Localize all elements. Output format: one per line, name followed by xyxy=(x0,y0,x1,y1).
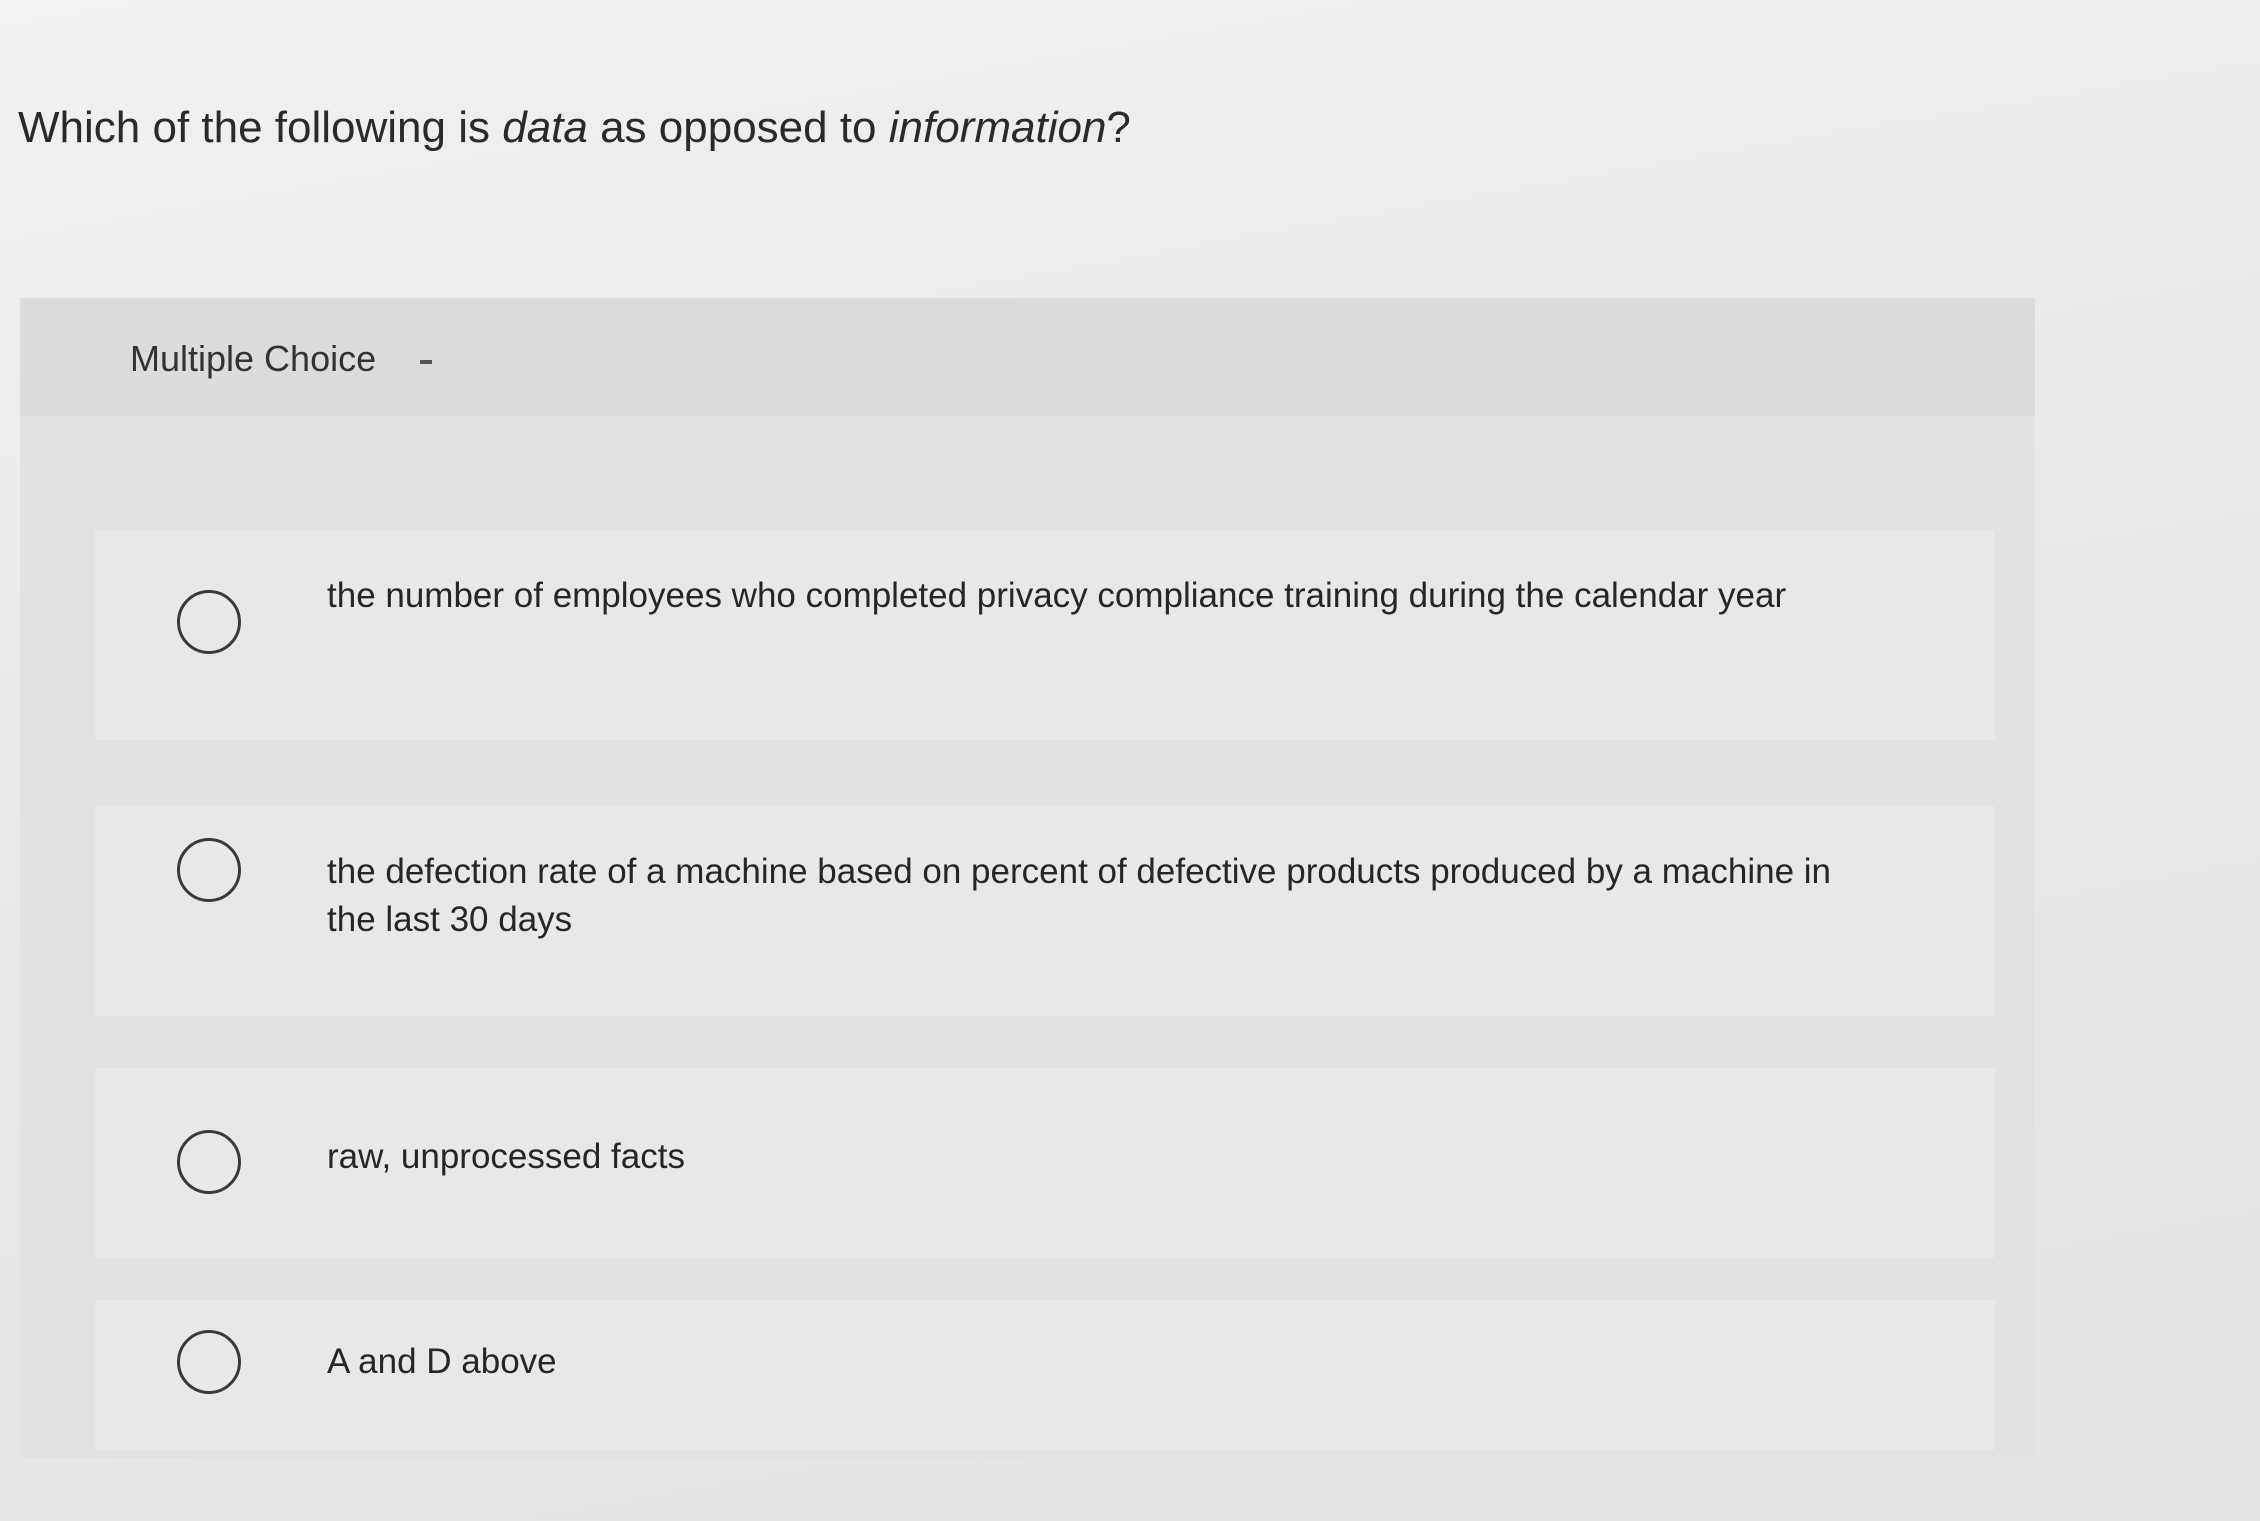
question-suffix: ? xyxy=(1106,103,1131,152)
answer-option-1-text: the number of employees who completed pr… xyxy=(327,576,1787,615)
answer-option-2[interactable]: the defection rate of a machine based on… xyxy=(95,806,1995,1016)
answer-option-2-text: the defection rate of a machine based on… xyxy=(327,852,1832,939)
answer-option-1[interactable]: the number of employees who completed pr… xyxy=(95,530,1995,740)
radio-button-1[interactable] xyxy=(177,590,241,654)
multiple-choice-header: Multiple Choice xyxy=(20,298,2035,416)
question-middle: as opposed to xyxy=(587,103,889,152)
answer-option-3[interactable]: raw, unprocessed facts xyxy=(95,1068,1995,1258)
answer-option-4[interactable]: A and D above xyxy=(95,1300,1995,1450)
question-term-information: information xyxy=(888,103,1107,152)
multiple-choice-label: Multiple Choice xyxy=(130,338,377,379)
answer-option-3-text: raw, unprocessed facts xyxy=(327,1137,685,1176)
radio-button-4[interactable] xyxy=(177,1330,241,1394)
radio-button-3[interactable] xyxy=(177,1130,241,1194)
answer-option-4-text: A and D above xyxy=(327,1342,557,1381)
question-prefix: Which of the following is xyxy=(18,103,503,152)
question-text: Which of the following is data as oppose… xyxy=(18,98,1418,158)
multiple-choice-panel: Multiple Choice the number of employees … xyxy=(20,298,2035,1458)
question-term-data: data xyxy=(502,103,588,152)
dash-icon xyxy=(420,360,432,364)
radio-button-2[interactable] xyxy=(177,838,241,902)
